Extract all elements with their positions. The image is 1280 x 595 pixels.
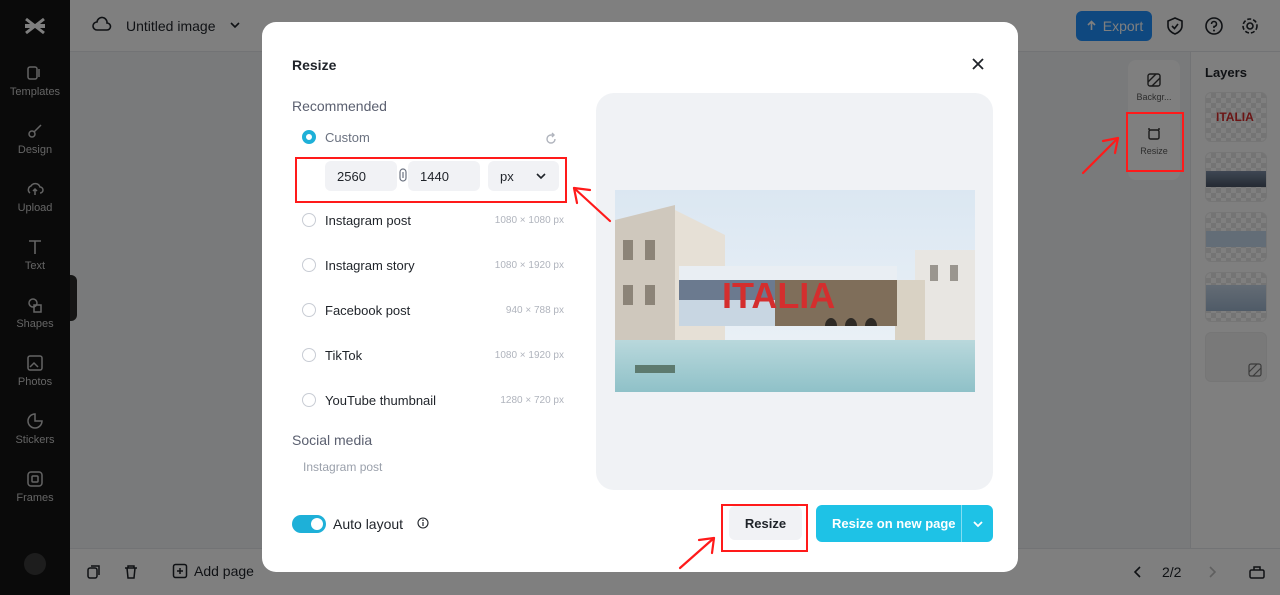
preview-italia-text: ITALIA: [722, 275, 835, 316]
preview-image: ITALIA: [615, 190, 975, 392]
close-button[interactable]: [968, 54, 988, 74]
option-label: YouTube thumbnail: [325, 392, 437, 408]
chevron-down-icon: [536, 173, 546, 180]
option-label: Custom: [325, 129, 370, 145]
option-custom[interactable]: Custom: [302, 126, 564, 148]
close-icon: [972, 58, 984, 70]
option-instagram-post[interactable]: Instagram post 1080 × 1080 px: [302, 209, 564, 231]
width-value: 2560: [337, 168, 366, 184]
option-size: 1080 × 1920 px: [494, 349, 564, 361]
radio-button[interactable]: [302, 258, 316, 272]
social-media-item[interactable]: Instagram post: [303, 460, 382, 474]
option-size: 1080 × 1080 px: [494, 214, 564, 226]
reset-icon[interactable]: [544, 132, 558, 146]
option-youtube-thumbnail[interactable]: YouTube thumbnail 1280 × 720 px: [302, 389, 564, 411]
radio-button[interactable]: [302, 213, 316, 227]
resize-on-new-page-label: Resize on new page: [832, 516, 956, 531]
option-label: Instagram post: [325, 212, 411, 228]
resize-options-dropdown[interactable]: [961, 505, 993, 542]
option-facebook-post[interactable]: Facebook post 940 × 788 px: [302, 299, 564, 321]
social-media-heading: Social media: [292, 432, 373, 448]
resize-on-new-page-button[interactable]: Resize on new page: [816, 505, 993, 542]
option-label: TikTok: [325, 347, 363, 363]
unit-select[interactable]: px: [488, 161, 559, 191]
auto-layout-label: Auto layout: [333, 516, 404, 532]
resize-button[interactable]: Resize: [729, 506, 802, 540]
resize-button-label: Resize: [744, 515, 787, 531]
option-size: 1080 × 1920 px: [494, 259, 564, 271]
auto-layout-toggle[interactable]: [292, 515, 326, 533]
dialog-title: Resize: [292, 57, 337, 73]
info-icon[interactable]: [417, 517, 429, 529]
option-size: 940 × 788 px: [505, 304, 564, 316]
preview-panel: ITALIA: [596, 93, 993, 490]
radio-custom[interactable]: [302, 130, 316, 144]
chevron-down-icon: [972, 520, 983, 527]
radio-button[interactable]: [302, 303, 316, 317]
height-input[interactable]: 1440: [408, 161, 480, 191]
option-label: Facebook post: [325, 302, 411, 318]
radio-button[interactable]: [302, 393, 316, 407]
recommended-heading: Recommended: [292, 98, 387, 114]
radio-button[interactable]: [302, 348, 316, 362]
resize-dialog: Resize Recommended Custom 2560 1440 px I…: [262, 22, 1018, 572]
unit-value: px: [500, 168, 514, 184]
option-size: 1280 × 720 px: [500, 394, 564, 406]
lock-ratio-icon[interactable]: [398, 168, 408, 182]
height-value: 1440: [420, 168, 449, 184]
option-instagram-story[interactable]: Instagram story 1080 × 1920 px: [302, 254, 564, 276]
option-tiktok[interactable]: TikTok 1080 × 1920 px: [302, 344, 564, 366]
width-input[interactable]: 2560: [325, 161, 397, 191]
option-label: Instagram story: [325, 257, 415, 273]
